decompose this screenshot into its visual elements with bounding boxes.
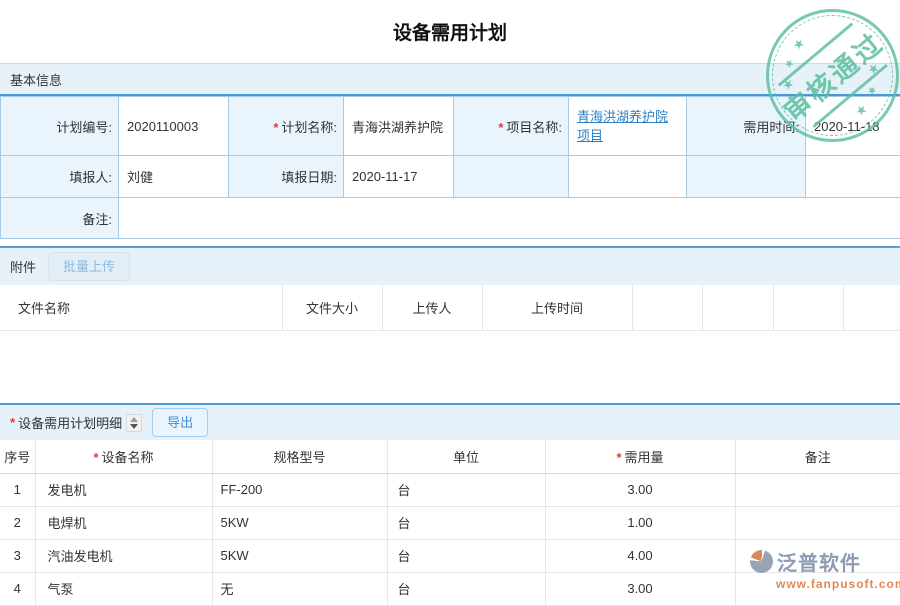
watermark-brand: 泛普软件 xyxy=(777,547,861,576)
required-marker: * xyxy=(10,415,15,430)
cell-qty: 1.00 xyxy=(545,506,735,539)
required-marker: * xyxy=(93,450,98,465)
empty-value-cell xyxy=(569,156,687,198)
project-name-label: *项目名称: xyxy=(454,97,569,156)
required-marker: * xyxy=(616,450,621,465)
plan-no-value: 2020110003 xyxy=(119,97,229,156)
detail-col-remark: 备注 xyxy=(735,440,900,473)
cell-index: 2 xyxy=(0,506,35,539)
cell-unit: 台 xyxy=(387,473,545,506)
detail-col-model: 规格型号 xyxy=(212,440,387,473)
detail-col-unit: 单位 xyxy=(387,440,545,473)
cell-name: 电焊机 xyxy=(35,506,212,539)
plan-name-label: *计划名称: xyxy=(229,97,344,156)
cell-unit: 台 xyxy=(387,539,545,572)
cell-qty: 3.00 xyxy=(545,473,735,506)
sort-down-icon xyxy=(130,424,138,429)
reporter-value: 刘健 xyxy=(119,156,229,198)
plan-no-label: 计划编号: xyxy=(1,97,119,156)
sort-icon[interactable] xyxy=(126,414,142,432)
project-link[interactable]: 青海洪湖养护院项目 xyxy=(577,107,678,146)
details-section-title: 设备需用计划明细 xyxy=(18,413,122,432)
attach-col-filename: 文件名称 xyxy=(0,285,282,330)
cell-model: 5KW xyxy=(212,539,387,572)
empty-value-cell xyxy=(806,156,900,198)
cell-index: 3 xyxy=(0,539,35,572)
attach-col-empty xyxy=(843,285,900,330)
cell-unit: 台 xyxy=(387,572,545,605)
batch-upload-button[interactable]: 批量上传 xyxy=(48,252,130,281)
basic-info-form: 计划编号: 2020110003 *计划名称: 青海洪湖养护院 *项目名称: 青… xyxy=(0,96,900,239)
cell-name: 发电机 xyxy=(35,473,212,506)
attachments-section-title: 附件 xyxy=(10,257,36,276)
plan-name-value: 青海洪湖养护院 xyxy=(344,97,454,156)
detail-col-qty: *需用量 xyxy=(545,440,735,473)
cell-name: 气泵 xyxy=(35,572,212,605)
watermark: 泛普软件 www.fanpusoft.com xyxy=(750,547,898,591)
need-time-label: 需用时间: xyxy=(687,97,806,156)
table-row[interactable]: 2 电焊机 5KW 台 1.00 xyxy=(0,506,900,539)
reporter-label: 填报人: xyxy=(1,156,119,198)
report-date-label: 填报日期: xyxy=(229,156,344,198)
page-title: 设备需用计划 xyxy=(0,18,900,45)
empty-label-cell xyxy=(454,156,569,198)
report-date-value: 2020-11-17 xyxy=(344,156,454,198)
empty-label-cell xyxy=(687,156,806,198)
attachments-table: 文件名称 文件大小 上传人 上传时间 xyxy=(0,285,900,331)
attach-col-uploadtime: 上传时间 xyxy=(482,285,632,330)
cell-qty: 4.00 xyxy=(545,539,735,572)
sort-up-icon xyxy=(130,417,138,422)
cell-qty: 3.00 xyxy=(545,572,735,605)
attach-col-empty xyxy=(702,285,773,330)
cell-name: 汽油发电机 xyxy=(35,539,212,572)
detail-col-index: 序号 xyxy=(0,440,35,473)
details-header-row: 序号 *设备名称 规格型号 单位 *需用量 备注 xyxy=(0,440,900,473)
cell-model: 无 xyxy=(212,572,387,605)
remark-label: 备注: xyxy=(1,198,119,239)
required-marker: * xyxy=(273,120,278,135)
basic-info-section-title: 基本信息 xyxy=(10,70,62,89)
cell-remark xyxy=(735,506,900,539)
cell-remark xyxy=(735,473,900,506)
export-button[interactable]: 导出 xyxy=(152,408,208,437)
cell-model: FF-200 xyxy=(212,473,387,506)
need-time-value: 2020-11-18 xyxy=(806,97,900,156)
required-marker: * xyxy=(498,120,503,135)
cell-unit: 台 xyxy=(387,506,545,539)
cell-model: 5KW xyxy=(212,506,387,539)
remark-value xyxy=(119,198,900,239)
detail-col-name: *设备名称 xyxy=(35,440,212,473)
table-row[interactable]: 1 发电机 FF-200 台 3.00 xyxy=(0,473,900,506)
basic-info-section-header: 基本信息 xyxy=(0,63,900,96)
watermark-url: www.fanpusoft.com xyxy=(776,577,898,591)
fanpu-logo-icon xyxy=(750,550,773,573)
attach-col-empty xyxy=(773,285,843,330)
attach-col-filesize: 文件大小 xyxy=(282,285,382,330)
details-section-header: * 设备需用计划明细 导出 xyxy=(0,403,900,440)
project-name-value: 青海洪湖养护院项目 xyxy=(569,97,687,156)
attach-col-uploader: 上传人 xyxy=(382,285,482,330)
cell-index: 1 xyxy=(0,473,35,506)
attachments-section-header: 附件 批量上传 xyxy=(0,246,900,285)
attach-col-empty xyxy=(632,285,702,330)
cell-index: 4 xyxy=(0,572,35,605)
